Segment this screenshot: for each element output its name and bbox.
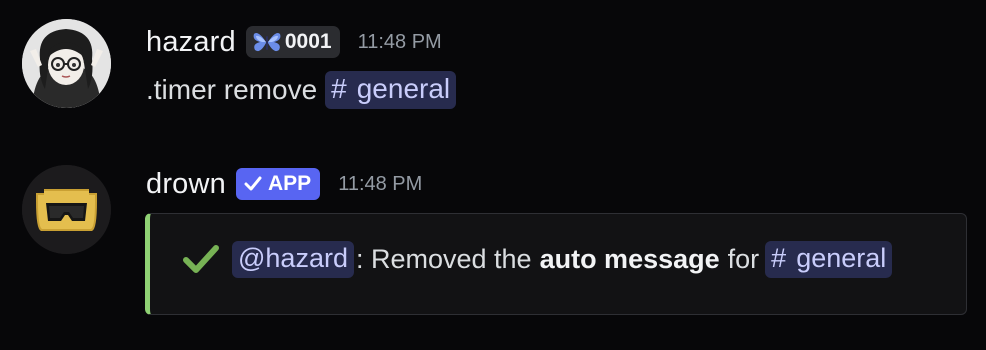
checkmark-icon xyxy=(244,176,262,191)
channel-mention-general[interactable]: # general xyxy=(325,71,457,109)
timestamp[interactable]: 11:48 PM xyxy=(338,173,422,196)
server-tag-text: 0001 xyxy=(284,30,332,53)
embed-text-after: for xyxy=(727,243,760,274)
message-header: hazard 0001 11:48 PM xyxy=(146,24,442,60)
avatar-hazard-image xyxy=(22,19,111,108)
timestamp[interactable]: 11:48 PM xyxy=(358,31,442,54)
message-content: .timer remove # general xyxy=(146,68,457,112)
hash-icon: # xyxy=(331,73,347,104)
message-text: .timer remove xyxy=(146,74,318,105)
message-hazard: hazard 0001 11:48 PM .timer remove # gen… xyxy=(0,18,986,128)
green-check-icon xyxy=(183,245,219,273)
username[interactable]: drown xyxy=(146,168,226,201)
user-mention-hazard[interactable]: @hazard xyxy=(232,240,354,278)
embed-text-before: : Removed the xyxy=(355,243,532,274)
embed: @hazard : Removed the auto message for #… xyxy=(145,213,967,315)
message-drown: drown APP 11:48 PM @hazard : Removed the… xyxy=(0,160,986,330)
app-badge: APP xyxy=(236,168,321,200)
hash-icon: # xyxy=(771,242,787,273)
avatar-drown[interactable] xyxy=(22,165,111,254)
chat-area: hazard 0001 11:48 PM .timer remove # gen… xyxy=(0,0,986,350)
channel-mention-general[interactable]: # general xyxy=(765,240,893,278)
username[interactable]: hazard xyxy=(146,26,236,59)
channel-mention-label: general xyxy=(796,242,887,273)
server-tag-badge[interactable]: 0001 xyxy=(245,26,340,58)
embed-description: @hazard : Removed the auto message for #… xyxy=(182,238,893,280)
embed-bold-text: auto message xyxy=(539,243,720,274)
butterfly-icon xyxy=(253,33,281,52)
channel-mention-label: general xyxy=(356,73,451,104)
avatar-hazard[interactable] xyxy=(22,19,111,108)
goggles-icon xyxy=(22,165,111,254)
message-header: drown APP 11:48 PM xyxy=(146,166,422,202)
app-badge-label: APP xyxy=(268,172,312,195)
